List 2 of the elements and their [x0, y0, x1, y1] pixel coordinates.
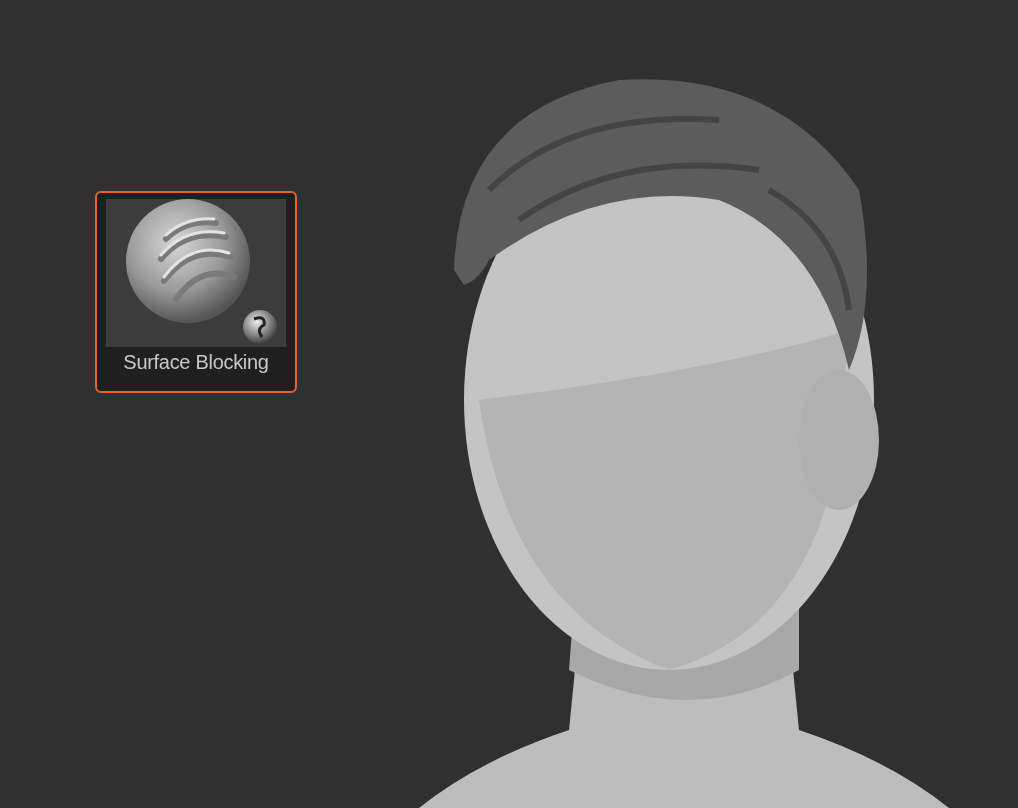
brush-tile[interactable]: Surface Blocking [95, 191, 297, 393]
brush-thumbnail-icon [106, 199, 286, 347]
